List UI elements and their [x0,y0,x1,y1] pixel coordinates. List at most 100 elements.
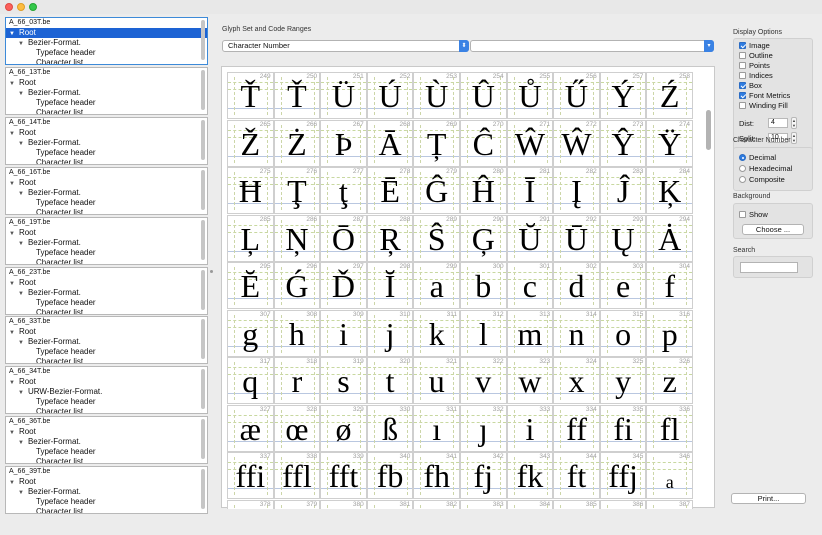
glyph-cell[interactable]: 269 Ț [413,119,460,167]
tree-node[interactable]: ▼ Root [9,278,36,288]
glyph-cell[interactable]: 291 Ŭ [506,214,554,262]
disclosure-triangle-icon[interactable]: ▼ [18,390,24,396]
glyph-cell[interactable]: 251 Ü [320,72,367,119]
glyph-cell[interactable]: 258 Ź [646,72,693,119]
display-option-checkbox[interactable]: Winding Fill [739,101,788,110]
glyph-cell[interactable]: 296 Ǵ [273,262,321,309]
disclosure-triangle-icon[interactable]: ▼ [9,181,15,187]
glyph-cell[interactable]: 293 Ų [599,214,647,262]
character-number-radio[interactable]: Decimal [739,153,776,162]
glyph-cell[interactable]: 339 fft [320,452,367,499]
disclosure-triangle-icon[interactable]: ▼ [18,191,24,197]
glyph-cell[interactable]: 340 fb [366,452,414,499]
font-file-item[interactable]: A_66_14T.be ▼ Root ▼ Bezier-Format. Typeface … [5,116,208,165]
font-item-scrollbar[interactable] [201,369,205,410]
glyph-cell[interactable]: 310 j [366,309,414,357]
glyph-cell[interactable]: 382 [413,499,460,509]
glyph-cell[interactable]: 294 Ȧ [646,214,693,262]
glyph-cell[interactable]: 273 Ŷ [599,119,647,167]
disclosure-triangle-icon[interactable]: ▼ [9,281,15,287]
glyph-cell[interactable]: 320 t [366,357,414,404]
glyph-set-select[interactable]: Character Number ⬍ [222,40,469,52]
search-input[interactable] [740,262,798,273]
tree-node[interactable]: Typeface header [36,447,96,457]
tree-node[interactable]: ▼ Bezier-Format. [18,88,81,98]
tree-node[interactable]: Character list [36,58,83,64]
glyph-cell[interactable]: 309 i [320,309,367,357]
glyph-cell[interactable]: 267 Þ [320,119,367,167]
disclosure-triangle-icon[interactable]: ▼ [18,490,24,496]
disclosure-triangle-icon[interactable]: ▼ [18,41,24,47]
glyph-cell[interactable]: 341 fh [413,452,460,499]
glyph-cell[interactable]: 297 Ď [320,262,367,309]
glyph-cell[interactable]: 316 p [646,309,693,357]
glyph-cell[interactable]: 331 ı [413,404,460,452]
glyph-cell[interactable]: 324 x [553,357,600,404]
font-item-scrollbar[interactable] [201,219,205,260]
display-option-checkbox[interactable]: Image [739,41,770,50]
character-number-radio[interactable]: Composite [739,175,785,184]
glyph-cell[interactable]: 342 fj [460,452,507,499]
glyph-cell[interactable]: 304 f [646,262,693,309]
glyph-cell[interactable]: 329 ø [320,404,367,452]
glyph-cell[interactable]: 321 u [413,357,460,404]
split-view-handle[interactable] [210,270,213,273]
tree-node[interactable]: Character list [36,158,83,164]
font-item-scrollbar[interactable] [201,69,205,110]
glyph-cell[interactable]: 322 v [460,357,507,404]
zoom-window-button[interactable] [29,3,37,11]
tree-node[interactable]: Typeface header [36,298,96,308]
tree-node[interactable]: Typeface header [36,198,96,208]
glyph-cell[interactable]: 318 r [273,357,321,404]
glyph-cell[interactable]: 300 b [460,262,507,309]
glyph-cell[interactable]: 328 œ [273,404,321,452]
tree-node[interactable]: ▼ Root [9,228,36,238]
glyph-cell[interactable]: 381 [366,499,414,509]
glyph-cell[interactable]: 338 ffl [273,452,321,499]
display-option-checkbox[interactable]: Indices [739,71,773,80]
glyph-cell[interactable]: 285 Ļ [227,214,274,262]
glyph-cell[interactable]: 385 [553,499,600,509]
tree-node[interactable]: Character list [36,407,83,413]
display-option-checkbox[interactable]: Points [739,61,770,70]
glyph-cell[interactable]: 337 ffi [227,452,274,499]
tree-node[interactable]: Typeface header [36,347,96,357]
display-option-checkbox[interactable]: Outline [739,51,773,60]
glyph-cell[interactable]: 252 Ú [366,72,414,119]
glyph-cell[interactable]: 345 ffj [599,452,647,499]
disclosure-triangle-icon[interactable]: ▼ [9,31,15,37]
glyph-cell[interactable]: 268 Ā [366,119,414,167]
disclosure-triangle-icon[interactable]: ▼ [18,141,24,147]
glyph-cell[interactable]: 282 Į [553,167,600,214]
tree-node[interactable]: ▼ Root [9,178,36,188]
disclosure-triangle-icon[interactable]: ▼ [9,81,15,87]
glyph-cell[interactable]: 274 Ÿ [646,119,693,167]
tree-node[interactable]: ▼ Root [6,28,207,38]
tree-node[interactable]: Typeface header [36,248,96,258]
glyph-cell[interactable]: 301 c [506,262,554,309]
glyph-cell[interactable]: 290 Ģ [460,214,507,262]
glyph-cell[interactable]: 307 g [227,309,274,357]
tree-node[interactable]: Typeface header [36,98,96,108]
tree-node[interactable]: Character list [36,507,83,513]
glyph-cell[interactable]: 280 Ĥ [460,167,507,214]
glyph-cell[interactable]: 383 [460,499,507,509]
tree-node[interactable]: Character list [36,457,83,463]
tree-node[interactable]: ▼ Bezier-Format. [18,288,81,298]
glyph-cell[interactable]: 334 ff [553,404,600,452]
tree-node[interactable]: ▼ Root [9,427,36,437]
glyph-cell[interactable]: 256 Ű [553,72,600,119]
disclosure-triangle-icon[interactable]: ▼ [9,480,15,486]
glyph-cell[interactable]: 278 Ē [366,167,414,214]
glyph-cell[interactable]: 317 q [227,357,274,404]
tree-node[interactable]: Typeface header [36,397,96,407]
glyph-cell[interactable]: 311 k [413,309,460,357]
disclosure-triangle-icon[interactable]: ▼ [18,91,24,97]
glyph-cell[interactable]: 284 Ķ [646,167,693,214]
tree-node[interactable]: Character list [36,357,83,363]
tree-node[interactable]: Character list [36,258,83,264]
tree-node[interactable]: ▼ Root [9,128,36,138]
disclosure-triangle-icon[interactable]: ▼ [9,231,15,237]
tree-node[interactable]: ▼ Bezier-Format. [18,238,81,248]
glyph-cell[interactable]: 249 Ť [227,72,274,119]
